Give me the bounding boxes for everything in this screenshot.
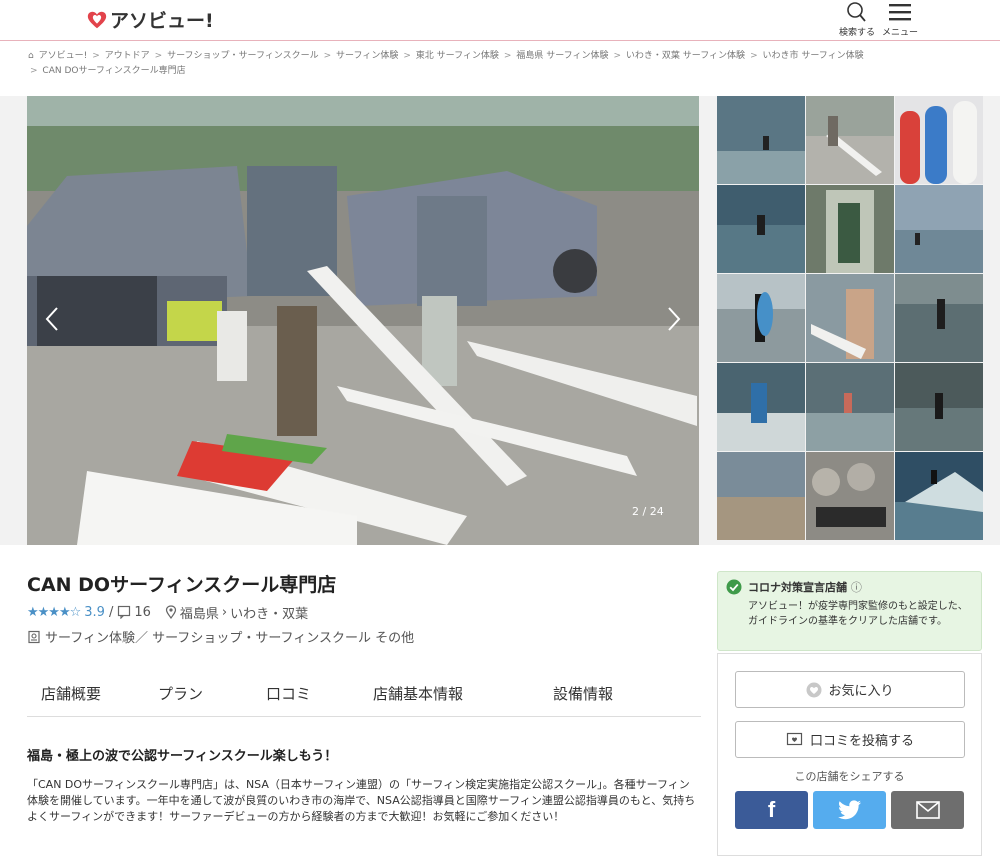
favorite-button[interactable]: お気に入り — [735, 671, 965, 708]
search-icon — [847, 2, 866, 22]
post-review-label: 口コミを投稿する — [809, 734, 914, 749]
shop-title: CAN DOサーフィンスクール専門店 — [27, 574, 337, 596]
chevron-right-icon: > — [750, 51, 758, 61]
comment-icon — [118, 605, 131, 619]
location-area[interactable]: いわき・双葉 — [230, 603, 308, 622]
thumbnail[interactable] — [717, 96, 805, 184]
thumbnail[interactable] — [717, 185, 805, 273]
thumbnail[interactable] — [717, 452, 805, 540]
favorite-label: お気に入り — [828, 684, 894, 699]
thumbnail[interactable] — [895, 96, 983, 184]
breadcrumb-item[interactable]: 東北 サーフィン体験 — [416, 51, 499, 61]
thumbnail[interactable] — [717, 274, 805, 362]
chevron-right-icon: > — [92, 51, 100, 61]
covid-description: アソビュー！が疫学専門家監修のもと設定した、ガイドラインの基準をクリアした店舗で… — [748, 601, 968, 627]
share-label: この店舗をシェアする — [794, 770, 905, 783]
main-photo[interactable] — [27, 96, 699, 545]
category-text[interactable]: サーフィン体験／ サーフショップ・サーフィンスクール その他 — [45, 627, 414, 646]
breadcrumb-item[interactable]: いわき・双葉 サーフィン体験 — [626, 51, 745, 61]
site-logo[interactable]: アソビュー! — [86, 6, 214, 33]
thumbnail-grid — [717, 96, 983, 545]
tab-overview[interactable]: 店舗概要 — [41, 683, 101, 704]
chevron-right-icon: › — [221, 604, 228, 620]
facebook-icon: f — [767, 797, 776, 822]
rating-stars: ★★★★☆ — [27, 604, 81, 620]
location-pin-icon — [165, 605, 177, 619]
chevron-right-icon: > — [323, 51, 332, 61]
section-tabs: 店舗概要 プラン 口コミ 店舗基本情報 設備情報 — [27, 671, 701, 717]
breadcrumb-item[interactable]: アウトドア — [105, 51, 150, 61]
breadcrumb-item[interactable]: サーフショップ・サーフィンスクール — [167, 51, 319, 61]
menu-label: メニュー — [881, 28, 918, 38]
facebook-share-button[interactable]: f — [735, 791, 808, 829]
rating-row: ★★★★☆ 3.9 / 16 福島県 › いわき・双葉 — [27, 603, 308, 622]
menu-button[interactable]: メニュー — [880, 0, 920, 40]
check-circle-icon — [726, 579, 742, 595]
header-divider — [0, 40, 1000, 41]
mail-icon — [915, 801, 940, 819]
search-button[interactable]: 検索する — [837, 0, 877, 40]
twitter-bird-icon — [837, 800, 861, 820]
chevron-right-icon: > — [613, 51, 622, 61]
tab-facilities[interactable]: 設備情報 — [553, 683, 613, 704]
thumbnail[interactable] — [895, 185, 983, 273]
next-photo-arrow-icon[interactable] — [658, 304, 688, 334]
intro-heading: 福島・極上の波で公認サーフィンスクール楽しもう！ — [27, 749, 338, 764]
thumbnail[interactable] — [717, 363, 805, 451]
rating-score: 3.9 — [84, 604, 105, 620]
mail-share-button[interactable] — [891, 791, 964, 829]
post-review-button[interactable]: 口コミを投稿する — [735, 721, 965, 758]
covid-measures-box: コロナ対策宣言店舗 ⓘ アソビュー！が疫学専門家監修のもと設定した、ガイドライン… — [717, 571, 982, 651]
hamburger-menu-icon — [889, 4, 911, 21]
location-prefecture[interactable]: 福島県 — [180, 603, 219, 622]
breadcrumb: ⌂ アソビュー! > アウトドア > サーフショップ・サーフィンスクール > サーフィ… — [28, 49, 968, 79]
review-count[interactable]: 16 — [134, 605, 151, 620]
breadcrumb-item[interactable]: サーフィン体験 — [336, 51, 398, 61]
thumbnail[interactable] — [806, 96, 894, 184]
site-header: アソビュー! 検索する メニュー — [0, 0, 1000, 40]
thumbnail[interactable] — [806, 452, 894, 540]
photo-counter: 2 / 24 — [632, 505, 664, 518]
info-icon[interactable]: ⓘ — [851, 581, 862, 594]
chevron-right-icon: > — [403, 51, 411, 61]
chevron-right-icon: > — [30, 66, 38, 76]
tab-basic-info[interactable]: 店舗基本情報 — [373, 683, 463, 704]
thumbnail[interactable] — [895, 274, 983, 362]
tab-plans[interactable]: プラン — [158, 683, 203, 704]
logo-text: アソビュー! — [110, 10, 214, 32]
breadcrumb-item[interactable]: 福島県 サーフィン体験 — [516, 51, 608, 61]
surfboards-photo — [27, 96, 699, 545]
breadcrumb-item[interactable]: いわき市 サーフィン体験 — [762, 51, 863, 61]
home-icon: ⌂ — [28, 51, 34, 61]
chevron-right-icon: > — [154, 51, 163, 61]
thumbnail[interactable] — [895, 363, 983, 451]
thumbnail[interactable] — [806, 185, 894, 273]
shop-category-icon — [28, 630, 40, 643]
thumbnail[interactable] — [806, 274, 894, 362]
breadcrumb-current: CAN DOサーフィンスクール専門店 — [42, 66, 186, 76]
post-review-icon — [786, 732, 803, 745]
chevron-right-icon: > — [503, 51, 512, 61]
covid-title: コロナ対策宣言店舗 ⓘ — [748, 581, 862, 594]
category-row: サーフィン体験／ サーフショップ・サーフィンスクール その他 — [27, 627, 414, 646]
thumbnail[interactable] — [806, 363, 894, 451]
rating-separator: / — [108, 604, 114, 620]
intro-text: 「CAN DOサーフィンスクール専門店」は、NSA（日本サーフィン連盟）の「サー… — [27, 778, 696, 823]
twitter-share-button[interactable] — [813, 791, 886, 829]
prev-photo-arrow-icon[interactable] — [38, 304, 68, 334]
breadcrumb-item[interactable]: アソビュー! — [39, 51, 88, 61]
heart-icon — [806, 682, 822, 697]
tab-reviews[interactable]: 口コミ — [266, 683, 311, 704]
thumbnail[interactable] — [895, 452, 983, 540]
heart-logo-icon — [87, 11, 107, 28]
